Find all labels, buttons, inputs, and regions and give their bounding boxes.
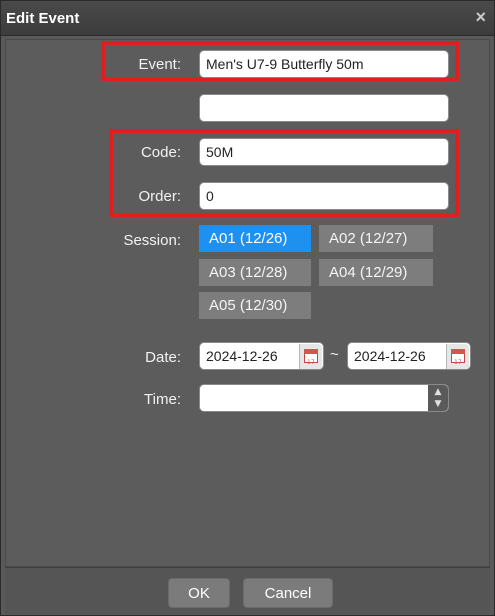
time-spinner[interactable]: ▲ ▼ [428,385,448,411]
date-to-value: 2024-12-26 [354,348,426,364]
calendar-icon[interactable]: 17 [299,344,322,369]
ok-button[interactable]: OK [168,578,230,608]
order-field[interactable]: 0 [199,182,449,210]
session-chip-a01[interactable]: A01 (12/26) [199,225,311,252]
calendar-icon[interactable]: 17 [446,344,469,369]
date-to-field[interactable]: 2024-12-26 17 [347,342,471,370]
date-label: Date: [145,349,181,366]
order-label: Order: [138,188,181,205]
dialog-titlebar: Edit Event × [1,1,494,36]
spin-down-icon[interactable]: ▼ [433,399,443,409]
code-label: Code: [140,144,181,161]
edit-event-dialog: Edit Event × Event: Men's U7-9 Butterfly… [0,0,495,616]
spin-up-icon[interactable]: ▲ [433,387,443,397]
dialog-title: Edit Event [6,10,80,27]
calendar-icon-text: 17 [307,359,315,366]
code-field[interactable]: 50M [199,138,449,166]
time-label: Time: [144,391,181,408]
session-chip-a05[interactable]: A05 (12/30) [199,292,311,319]
session-label: Session: [123,232,181,249]
event-name-field[interactable]: Men's U7-9 Butterfly 50m [199,50,449,78]
date-range-separator: ~ [330,346,339,363]
date-from-value: 2024-12-26 [206,348,278,364]
date-from-field[interactable]: 2024-12-26 17 [199,342,324,370]
event-label: Event: [138,56,181,73]
close-icon[interactable]: × [475,8,486,26]
session-chip-a03[interactable]: A03 (12/28) [199,259,311,286]
session-chip-a04[interactable]: A04 (12/29) [319,259,433,286]
session-chip-a02[interactable]: A02 (12/27) [319,225,433,252]
calendar-icon-text: 17 [454,359,462,366]
event-secondary-field[interactable] [199,94,449,122]
cancel-button[interactable]: Cancel [243,578,333,608]
time-field[interactable]: ▲ ▼ [199,384,449,412]
